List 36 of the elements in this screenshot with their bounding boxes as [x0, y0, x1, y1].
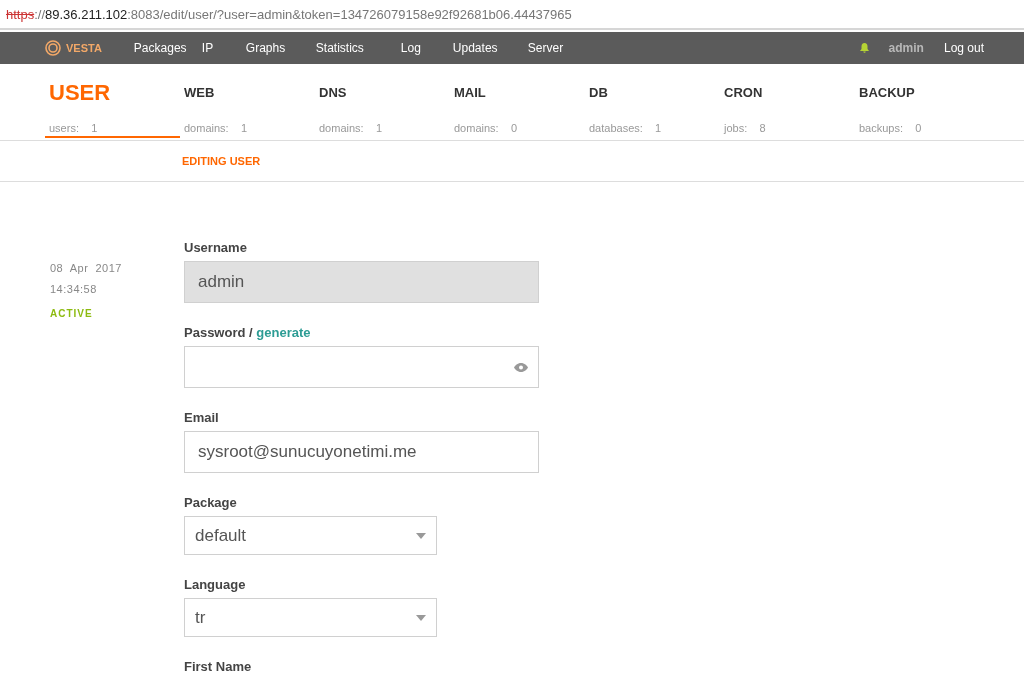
time-text: 14:34:58 — [50, 282, 98, 297]
password-field[interactable] — [184, 346, 539, 388]
select-field[interactable]: tr — [184, 598, 437, 637]
status-text: ACTIVE — [50, 308, 94, 319]
page-subtitle: EDITING USER — [182, 155, 261, 167]
field-label: Password / generate — [184, 325, 312, 340]
select-field[interactable]: default — [184, 516, 437, 555]
nav-link[interactable]: Server — [527, 41, 588, 55]
caret-icon — [416, 532, 426, 539]
user-link[interactable]: admin — [888, 41, 924, 55]
logo-icon — [45, 40, 61, 56]
bell-icon[interactable] — [859, 43, 869, 53]
nav-link[interactable]: Updates — [452, 41, 528, 55]
section-tab[interactable]: DNS domains: 1 — [315, 64, 450, 138]
eye-icon[interactable] — [514, 362, 528, 372]
date-text: 08 Apr 2017 — [50, 261, 123, 276]
input-field[interactable]: sysroot@sunucuyonetimi.me — [184, 431, 539, 473]
section-tab[interactable]: MAIL domains: 0 — [450, 64, 585, 138]
field-label: Email — [184, 410, 220, 425]
section-tab[interactable]: CRON jobs: 8 — [720, 64, 855, 138]
logout-link[interactable]: Log out — [943, 41, 984, 55]
nav-link[interactable]: IP — [201, 41, 246, 55]
caret-icon — [416, 614, 426, 621]
nav-link[interactable]: Log — [400, 41, 453, 55]
nav-link[interactable]: Graphs — [245, 41, 316, 55]
nav-link[interactable]: Statistics — [315, 41, 401, 55]
field-label: First Name — [184, 659, 253, 674]
nav-link[interactable]: Packages — [133, 41, 202, 55]
section-tab[interactable]: BACKUP backups: 0 — [855, 64, 990, 138]
section-tab[interactable]: DB databases: 1 — [585, 64, 720, 138]
url-text[interactable]: https://89.36.211.102:8083/edit/user/?user=admin&token=134726079158e92f92681b06.44437965 — [6, 6, 572, 22]
section-tab[interactable]: WEB domains: 1 — [180, 64, 315, 138]
field-label: Username — [184, 240, 248, 255]
logo-text[interactable]: VESTA — [66, 42, 102, 54]
field-label: Language — [184, 577, 247, 592]
field-label: Package — [184, 495, 238, 510]
